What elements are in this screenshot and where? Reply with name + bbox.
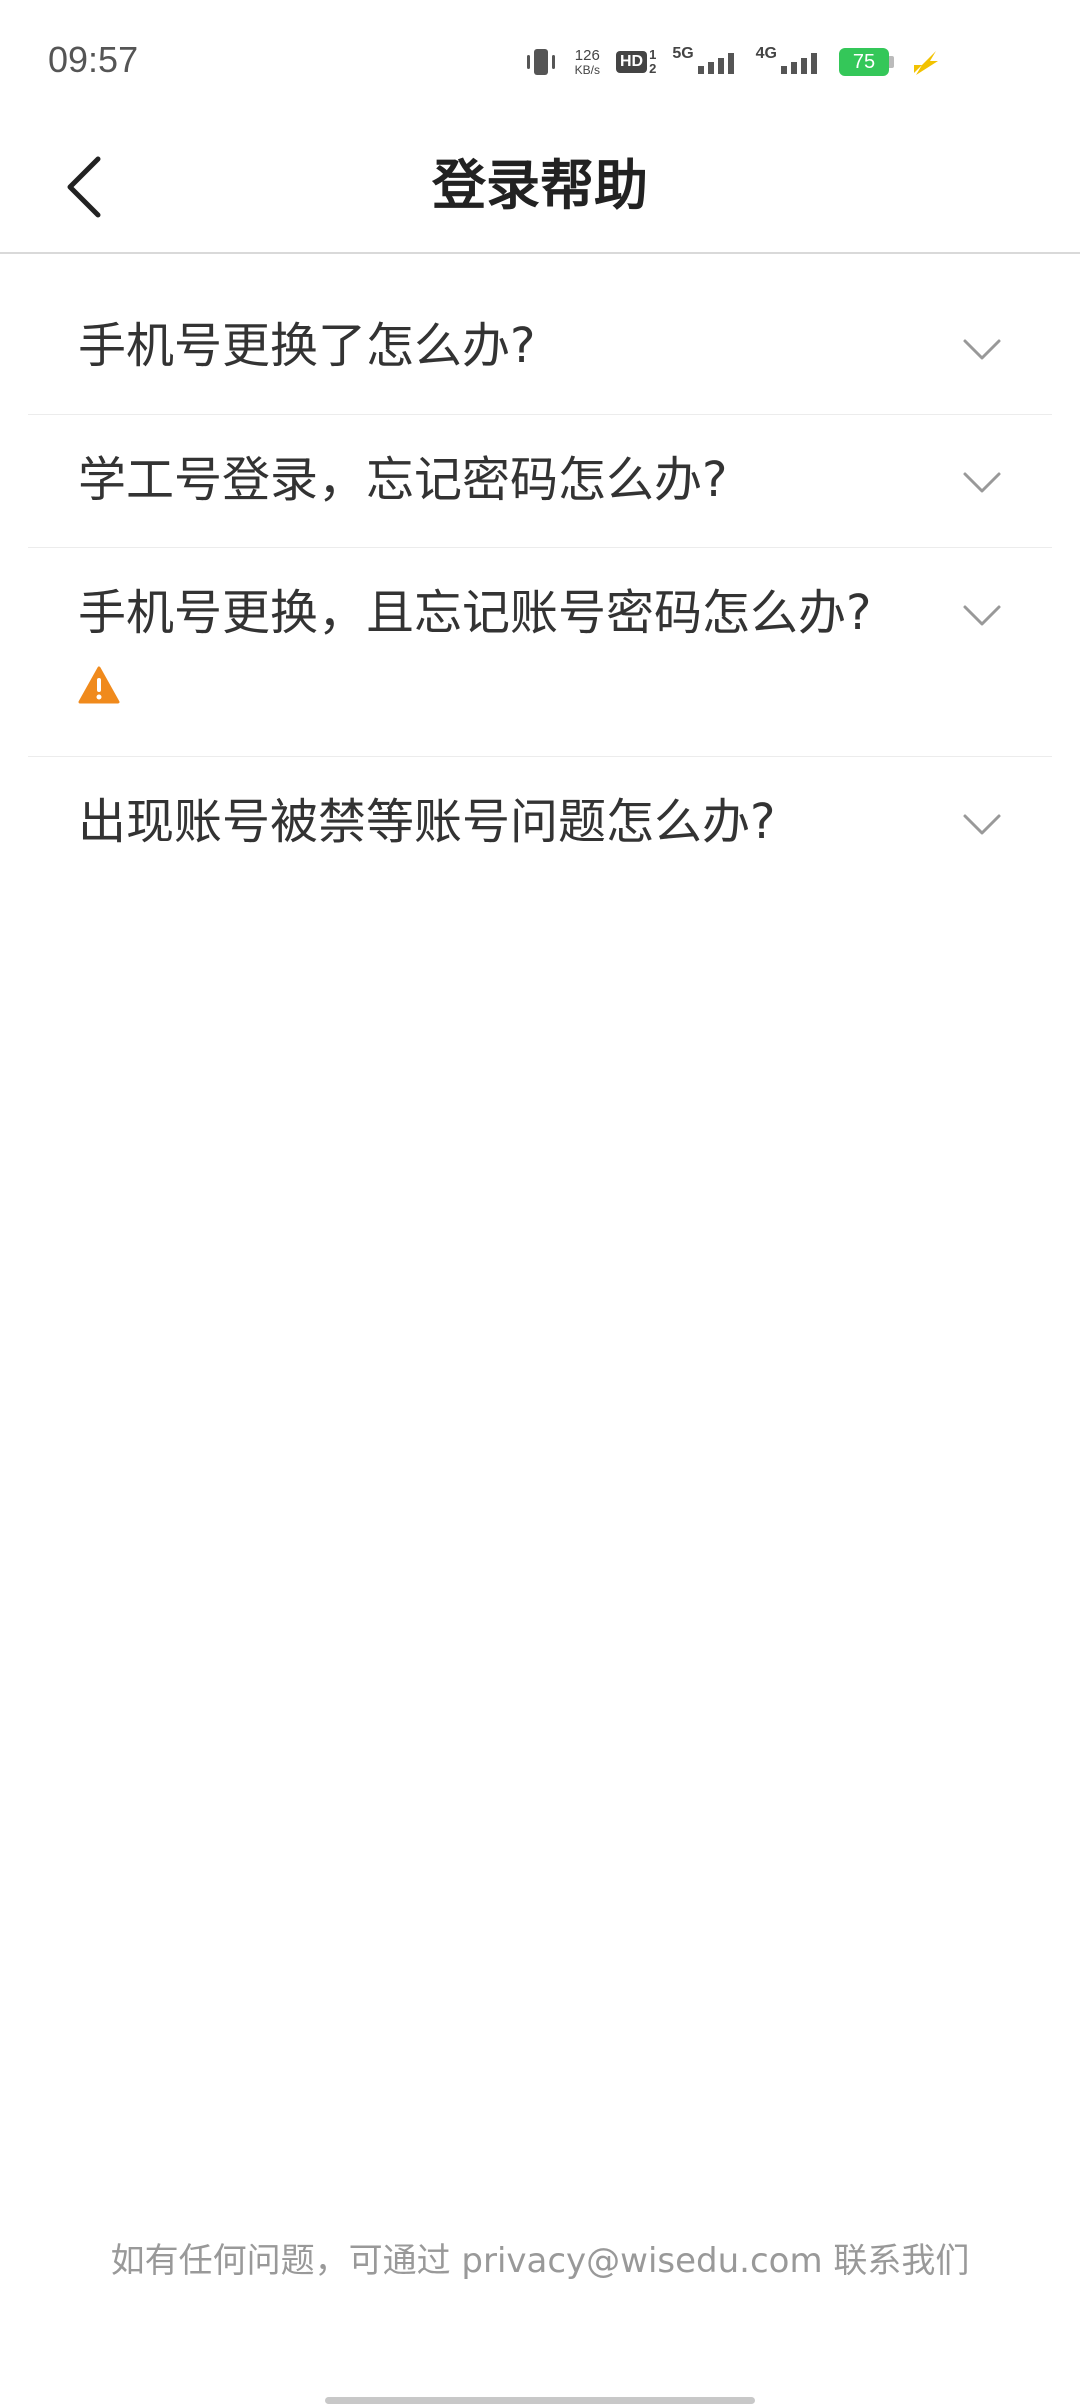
battery-cap — [889, 56, 894, 68]
hd-icon: HD 1 2 — [615, 48, 656, 76]
page-title: 登录帮助 — [432, 154, 648, 217]
faq-question: 学工号登录，忘记密码怎么办? — [78, 452, 728, 508]
faq-question: 手机号更换，且忘记账号密码怎么办? — [78, 585, 872, 641]
signal-4g-icon: 4G — [756, 45, 823, 74]
faq-question: 出现账号被禁等账号问题怎么办? — [78, 794, 776, 850]
warning-icon — [78, 666, 120, 704]
chevron-down-icon — [963, 605, 1001, 626]
net-speed: 126 KB/s — [574, 46, 600, 77]
net1-label: 5G — [672, 45, 694, 62]
faq-question: 手机号更换了怎么办? — [78, 318, 536, 374]
battery-icon: 75 — [839, 48, 894, 76]
vibrate-icon — [523, 47, 559, 77]
sim1-label: 1 — [649, 47, 657, 62]
signal-5g-icon: 5G — [672, 45, 739, 74]
hd-label: HD — [615, 51, 648, 73]
faq-item[interactable]: 学工号登录，忘记密码怎么办? — [28, 415, 1052, 548]
home-indicator[interactable] — [325, 2397, 755, 2404]
status-bar: 09:57 126 KB/s HD 1 2 5G 4G 75 — [0, 0, 1080, 120]
sim2-label: 2 — [649, 61, 657, 76]
net-speed-unit: KB/s — [574, 62, 600, 77]
faq-item[interactable]: 手机号更换，且忘记账号密码怎么办? — [28, 548, 1052, 757]
status-time: 09:57 — [48, 39, 139, 80]
chevron-down-icon — [963, 814, 1001, 835]
net-speed-value: 126 — [574, 46, 600, 64]
contact-text: 如有任何问题，可通过 privacy@wisedu.com 联系我们 — [110, 2241, 970, 2281]
net2-label: 4G — [755, 45, 777, 62]
chevron-down-icon — [963, 472, 1001, 493]
chevron-down-icon — [963, 339, 1001, 360]
hd-sims: 1 2 — [649, 48, 656, 76]
status-icons: 126 KB/s HD 1 2 5G 4G 75 — [523, 40, 940, 84]
charging-icon — [910, 47, 940, 77]
header: 登录帮助 — [0, 120, 1080, 254]
faq-list: 手机号更换了怎么办? 学工号登录，忘记密码怎么办? 手机号更换，且忘记账号密码怎… — [28, 280, 1052, 887]
faq-item[interactable]: 出现账号被禁等账号问题怎么办? — [28, 757, 1052, 887]
battery-level: 75 — [839, 48, 889, 76]
faq-item[interactable]: 手机号更换了怎么办? — [28, 280, 1052, 415]
